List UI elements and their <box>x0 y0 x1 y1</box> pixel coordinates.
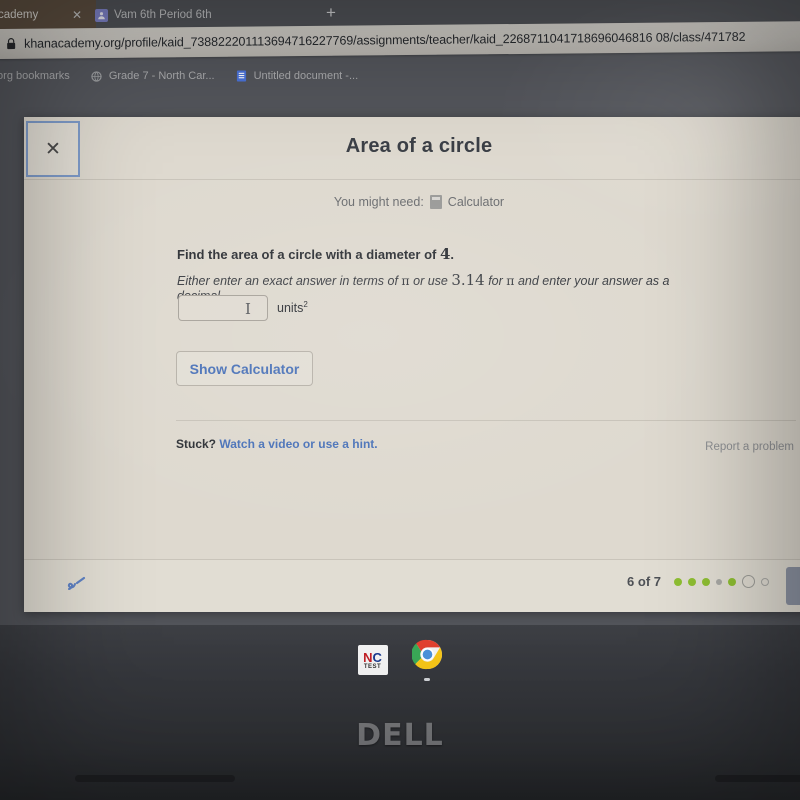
url-text: khanacademy.org/profile/kaid_73882220111… <box>24 29 746 51</box>
laptop-screen-photo: cademy ✕ Vam 6th Period 6th + khanacadem… <box>0 0 800 800</box>
progress-dot-7-upcoming <box>761 577 769 586</box>
bookmark-label: Untitled document -... <box>253 70 359 82</box>
new-tab-button[interactable]: + <box>322 4 340 22</box>
dell-brand-logo: DELL <box>356 718 444 753</box>
pi-symbol-1: π <box>401 273 410 288</box>
progress-dot-4-skipped <box>716 578 722 585</box>
screen-area: cademy ✕ Vam 6th Period 6th + khanacadem… <box>0 0 800 625</box>
show-calculator-button[interactable]: Show Calculator <box>176 351 313 386</box>
calculator-hint: You might need: Calculator <box>24 195 800 209</box>
close-icon[interactable]: ✕ <box>70 8 84 22</box>
tab-title: Vam 6th Period 6th <box>114 9 212 21</box>
tab-title: cademy <box>0 9 39 21</box>
chrome-running-indicator <box>424 678 430 681</box>
exercise-header: ✕ Area of a circle <box>24 117 800 180</box>
answer-input[interactable] <box>178 295 268 321</box>
report-a-problem-link[interactable]: Report a problem <box>705 441 794 453</box>
bookmark-org-bookmarks[interactable]: .org bookmarks <box>0 70 70 82</box>
calculator-icon <box>429 195 442 209</box>
pi-approximation-value: 3.14 <box>451 271 485 289</box>
instruction-part-1: Either enter an exact answer in terms of <box>177 274 402 288</box>
units-text: units <box>277 301 304 316</box>
stuck-row: Stuck? Watch a video or use a hint. <box>176 437 378 451</box>
os-taskbar: NC TEST <box>0 632 800 688</box>
scratchpad-pencil-icon[interactable] <box>64 572 90 596</box>
bookmarks-bar: .org bookmarks Grade 7 - North Car... Un… <box>0 62 800 90</box>
nc-test-sublabel: TEST <box>363 663 382 670</box>
instruction-part-2: or use <box>409 274 452 288</box>
taskbar-item-nc-test[interactable]: NC TEST <box>357 645 388 675</box>
divider <box>176 420 796 421</box>
bookmark-label: Grade 7 - North Car... <box>108 70 215 82</box>
watch-video-or-hint-link[interactable]: Watch a video or use a hint. <box>219 437 377 451</box>
nc-test-icon: NC TEST <box>357 645 388 675</box>
units-exponent: 2 <box>303 300 308 310</box>
bookmark-untitled-document[interactable]: Untitled document -... <box>235 70 359 83</box>
progress-indicator: 6 of 7 <box>627 574 769 589</box>
calculator-label: Calculator <box>447 195 505 209</box>
stuck-prefix: Stuck? <box>176 437 217 451</box>
question-prefix: Find the area of a circle with a diamete… <box>177 247 440 262</box>
pi-symbol-2: π <box>506 273 515 288</box>
question-line-1: Find the area of a circle with a diamete… <box>177 245 717 263</box>
exercise-card: ✕ Area of a circle You might need: Calcu… <box>24 117 800 612</box>
bookmark-grade-7-north-carolina[interactable]: Grade 7 - North Car... <box>90 70 215 83</box>
laptop-vent-left <box>75 775 235 782</box>
progress-dot-2-correct <box>688 577 696 586</box>
nc-test-monogram: NC <box>363 649 382 665</box>
progress-dot-1-correct <box>674 577 682 586</box>
progress-dot-3-correct <box>702 577 710 586</box>
profile-favicon-icon <box>95 8 108 22</box>
address-bar[interactable]: khanacademy.org/profile/kaid_73882220111… <box>0 21 800 59</box>
diameter-value: 4 <box>439 245 451 263</box>
bookmark-label: .org bookmarks <box>0 70 70 82</box>
question-suffix: . <box>450 247 455 262</box>
progress-dots <box>674 575 769 588</box>
calculator-hint-prefix: You might need: <box>333 195 424 209</box>
site-icon <box>90 70 103 83</box>
exercise-footer: 6 of 7 <box>24 559 800 612</box>
answer-row: I units2 <box>178 295 308 321</box>
answer-input-wrapper: I <box>178 295 268 321</box>
check-answer-button[interactable] <box>786 567 800 605</box>
laptop-vent-right <box>715 775 800 782</box>
browser-tab-vam-6th-period[interactable]: Vam 6th Period 6th <box>95 0 245 30</box>
instruction-part-3: for <box>484 274 507 288</box>
nc-test-monogram-c: C <box>372 649 382 665</box>
chrome-icon <box>410 639 443 675</box>
lock-icon <box>6 38 16 50</box>
progress-dot-6-current <box>742 575 755 588</box>
progress-label: 6 of 7 <box>627 574 661 589</box>
progress-dot-5-correct <box>728 577 736 586</box>
taskbar-item-chrome[interactable] <box>410 639 443 681</box>
units-label: units2 <box>277 300 308 315</box>
page-title: Area of a circle <box>345 135 493 157</box>
google-docs-icon <box>235 70 248 83</box>
